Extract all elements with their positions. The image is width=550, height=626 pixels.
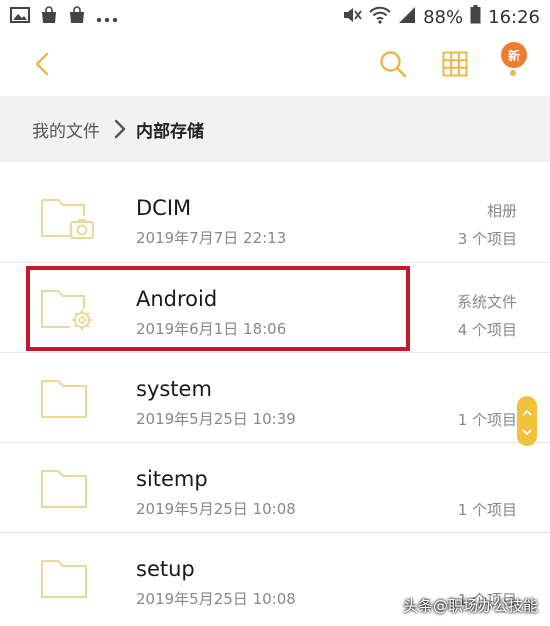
item-count: 3 个项目 xyxy=(457,230,517,248)
file-name: sitemp xyxy=(136,467,208,491)
breadcrumb-current[interactable]: 内部存储 xyxy=(136,117,204,142)
bag-icon xyxy=(68,5,86,29)
item-count: 4 个项目 xyxy=(457,321,517,339)
status-time: 16:26 xyxy=(488,6,540,28)
file-name: system xyxy=(136,377,212,401)
folder-icon xyxy=(40,377,96,421)
file-date: 2019年7月7日 22:13 xyxy=(136,229,287,247)
folder-icon xyxy=(40,467,96,511)
fast-scroll-handle[interactable] xyxy=(517,396,537,446)
image-icon xyxy=(10,6,30,29)
file-date: 2019年6月1日 18:06 xyxy=(136,320,287,338)
status-bar: 88% 16:26 xyxy=(0,0,550,34)
wifi-icon xyxy=(369,6,391,29)
item-count: 1 个项目 xyxy=(457,411,517,429)
watermark: 头条@职场办公技能 xyxy=(402,597,538,615)
mute-icon xyxy=(342,6,362,29)
folder-gear-icon xyxy=(40,287,96,331)
new-badge: 新 xyxy=(501,42,527,68)
file-name: Android xyxy=(136,287,218,311)
file-date: 2019年5月25日 10:08 xyxy=(136,590,296,608)
file-name: setup xyxy=(136,557,195,581)
file-row-android[interactable]: Android 2019年6月1日 18:06 系统文件 4 个项目 xyxy=(0,262,550,352)
file-row-sitemp[interactable]: sitemp 2019年5月25日 10:08 1 个项目 xyxy=(0,442,550,532)
file-row-dcim[interactable]: DCIM 2019年7月7日 22:13 相册 3 个项目 xyxy=(0,172,550,262)
file-type: 系统文件 xyxy=(456,293,517,311)
breadcrumb: 我的文件 内部存储 xyxy=(0,96,550,162)
file-date: 2019年5月25日 10:08 xyxy=(136,500,296,518)
folder-camera-icon xyxy=(40,196,96,240)
battery-percentage: 88% xyxy=(423,6,464,28)
file-date: 2019年5月25日 10:39 xyxy=(136,410,296,428)
chevron-up-icon xyxy=(522,402,532,421)
grid-icon xyxy=(442,51,468,81)
file-row-system[interactable]: system 2019年5月25日 10:39 1 个项目 xyxy=(0,352,550,442)
bag-icon xyxy=(40,5,58,29)
search-icon xyxy=(379,50,407,82)
chevron-right-icon xyxy=(114,119,126,139)
breadcrumb-root[interactable]: 我的文件 xyxy=(32,117,100,142)
file-list: DCIM 2019年7月7日 22:13 相册 3 个项目 Android 20… xyxy=(0,172,550,622)
grid-view-button[interactable] xyxy=(434,46,476,86)
back-arrow-icon xyxy=(35,52,49,80)
chevron-down-icon xyxy=(522,421,532,440)
battery-icon xyxy=(470,5,481,29)
item-count: 1 个项目 xyxy=(457,501,517,519)
search-button[interactable] xyxy=(372,46,414,86)
more-dots-icon xyxy=(96,7,118,28)
back-button[interactable] xyxy=(22,48,62,84)
file-name: DCIM xyxy=(136,196,192,220)
signal-icon xyxy=(398,6,416,29)
toolbar xyxy=(0,34,550,96)
file-type: 相册 xyxy=(486,202,517,220)
folder-icon xyxy=(40,557,96,601)
